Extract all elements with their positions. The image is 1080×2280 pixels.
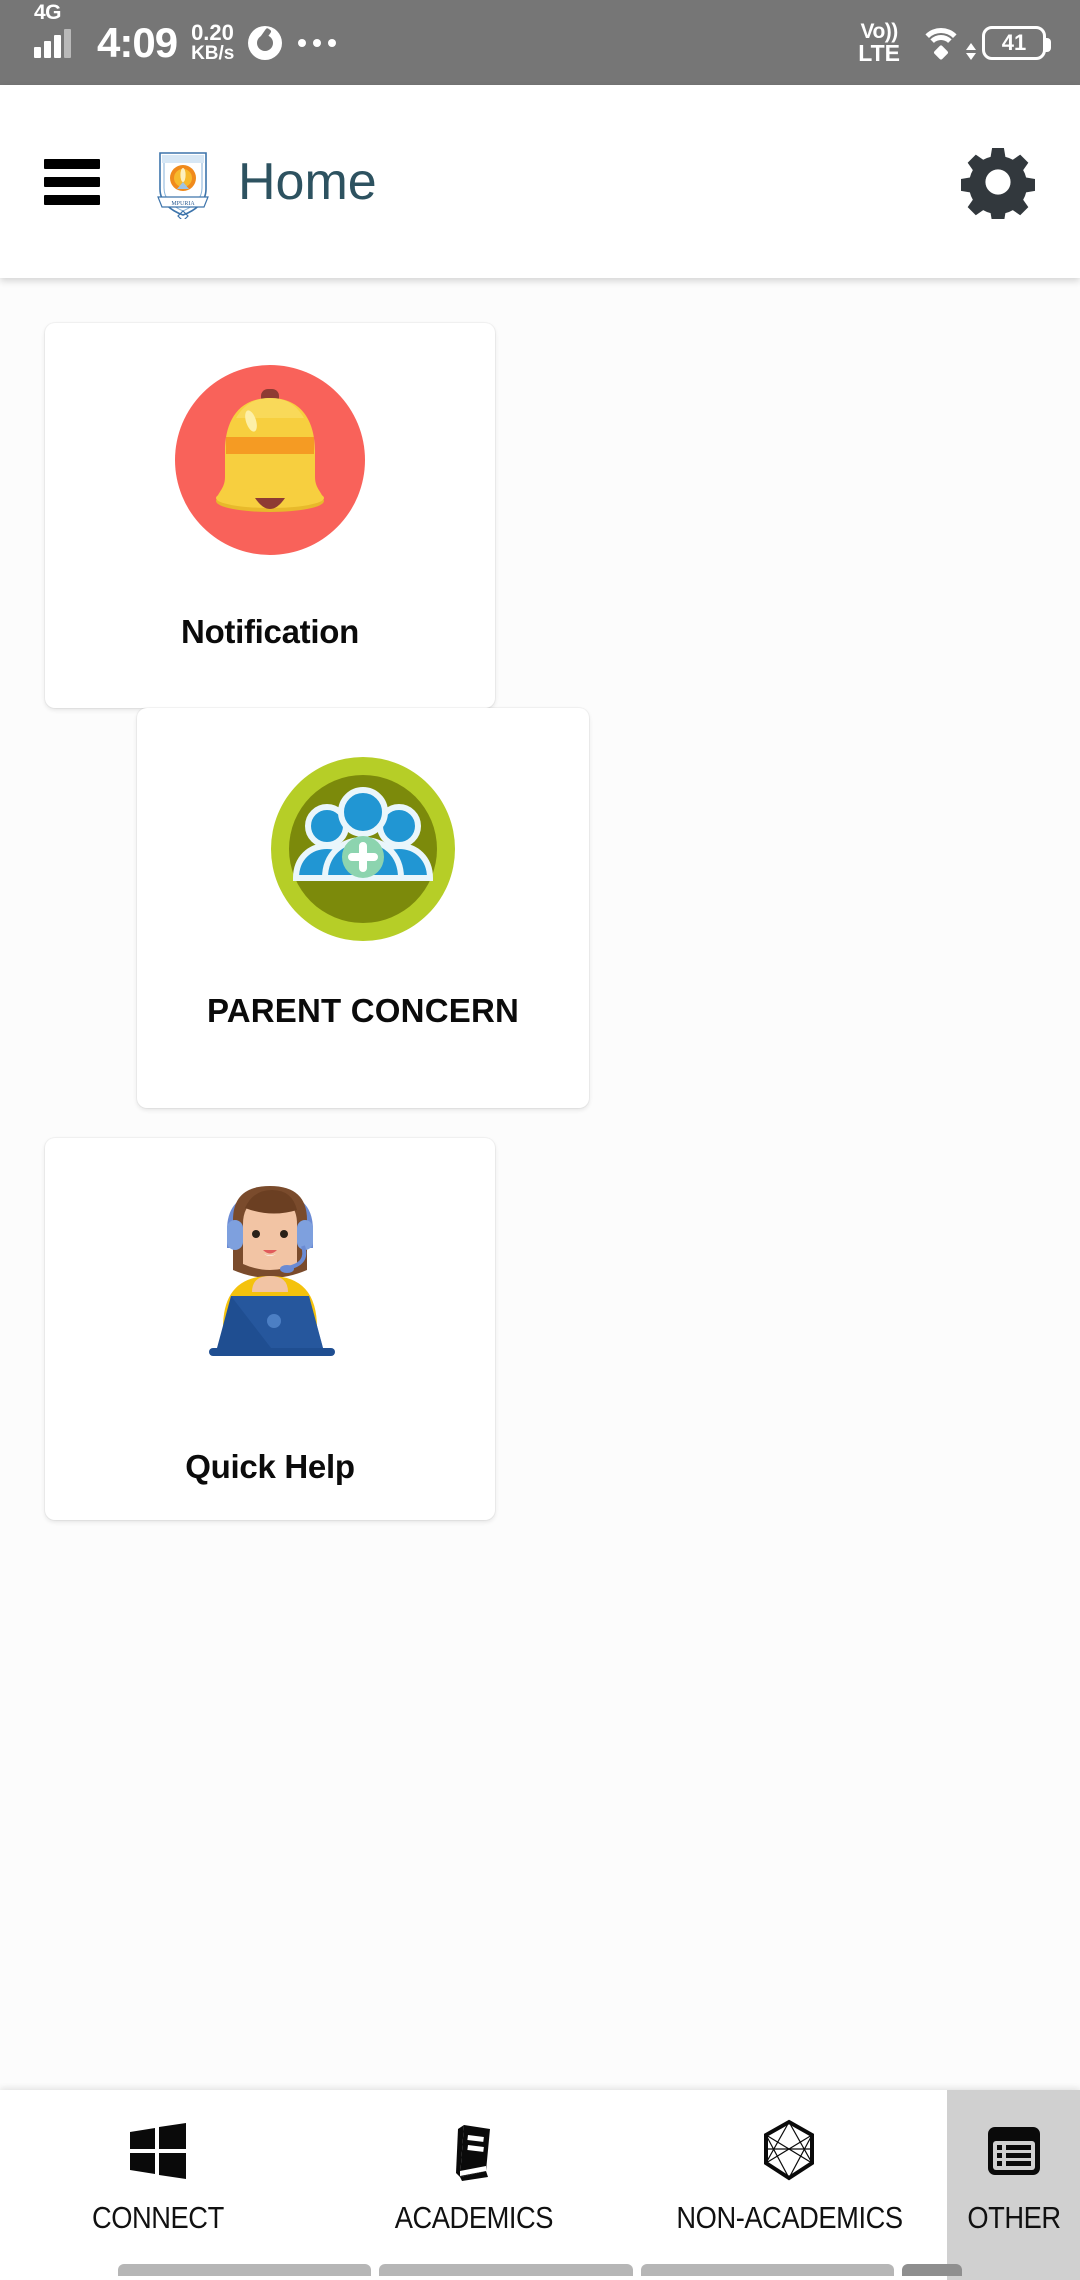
nav-tab-academics[interactable]: ACADEMICS: [316, 2090, 632, 2280]
hexagon-network-icon: [756, 2116, 822, 2186]
signal-strength-icon: 4G: [34, 2, 71, 58]
status-bar-clock: 4:09: [97, 18, 178, 66]
volte-line-1: Vo)): [860, 19, 899, 43]
gesture-navigation-hints: [0, 2258, 1080, 2280]
net-speed-value: 0.20: [191, 19, 234, 45]
book-icon: [442, 2116, 506, 2186]
windows-grid-icon: [126, 2116, 190, 2186]
card-label: PARENT CONCERN: [206, 992, 520, 1029]
volte-icon: Vo)) LTE: [858, 21, 900, 65]
status-bar: 4G 4:09 0.20 KB/s Vo)) LTE 41: [0, 0, 1080, 85]
gesture-bar-2: [379, 2264, 633, 2276]
card-parent-concern[interactable]: PARENT CONCERN: [137, 708, 589, 1108]
network-type-label: 4G: [34, 0, 62, 24]
phone-screen: 4G 4:09 0.20 KB/s Vo)) LTE 41 MPURIA Hom…: [0, 0, 1080, 2280]
list-table-icon: [983, 2116, 1045, 2186]
nav-label: OTHER: [966, 2200, 1061, 2235]
gesture-bar-4: [901, 2264, 962, 2276]
nav-label: NON-ACADEMICS: [676, 2200, 903, 2235]
battery-icon: 41: [982, 25, 1051, 60]
signal-bars: [34, 28, 71, 58]
people-group-add-icon: [268, 754, 458, 944]
battery-level-label: 41: [1001, 29, 1027, 55]
wifi-icon: [918, 26, 976, 60]
nav-tab-non-academics[interactable]: NON-ACADEMICS: [631, 2090, 947, 2280]
bell-icon: [175, 365, 365, 555]
more-dots-icon: [298, 38, 337, 47]
status-bar-left: 4G 4:09 0.20 KB/s: [24, 2, 337, 66]
main-content: Notification PARENT CONCERN Quick Help: [0, 278, 1080, 2090]
chrome-icon: [248, 25, 283, 60]
dashboard-card-grid: Notification PARENT CONCERN Quick Help: [0, 278, 1080, 1520]
card-label: Notification: [181, 613, 359, 650]
net-speed-unit: KB/s: [191, 43, 235, 65]
network-speed-indicator: 0.20 KB/s: [191, 21, 234, 64]
gear-icon[interactable]: [960, 144, 1036, 220]
gesture-bar-1: [118, 2264, 372, 2276]
gesture-bar-3: [640, 2264, 894, 2276]
card-label: Quick Help: [185, 1448, 355, 1485]
nav-label: CONNECT: [91, 2200, 224, 2235]
support-agent-icon: [165, 1168, 375, 1378]
status-bar-right: Vo)) LTE 41: [858, 21, 1056, 65]
nav-tab-connect[interactable]: CONNECT: [0, 2090, 316, 2280]
bottom-navigation-bar: CONNECT ACADEMICS NON-ACADEMICS OTHER: [0, 2090, 1080, 2280]
app-bar: MPURIA Home: [0, 85, 1080, 278]
card-notification[interactable]: Notification: [45, 323, 495, 708]
nav-tab-other[interactable]: OTHER: [947, 2090, 1080, 2280]
nav-label: ACADEMICS: [394, 2200, 553, 2235]
volte-line-2: LTE: [858, 39, 900, 66]
school-crest-logo: MPURIA: [152, 145, 214, 219]
card-quick-help[interactable]: Quick Help: [45, 1138, 495, 1520]
svg-text:MPURIA: MPURIA: [171, 201, 195, 207]
page-title: Home: [238, 152, 377, 211]
hamburger-menu-icon[interactable]: [44, 158, 100, 205]
